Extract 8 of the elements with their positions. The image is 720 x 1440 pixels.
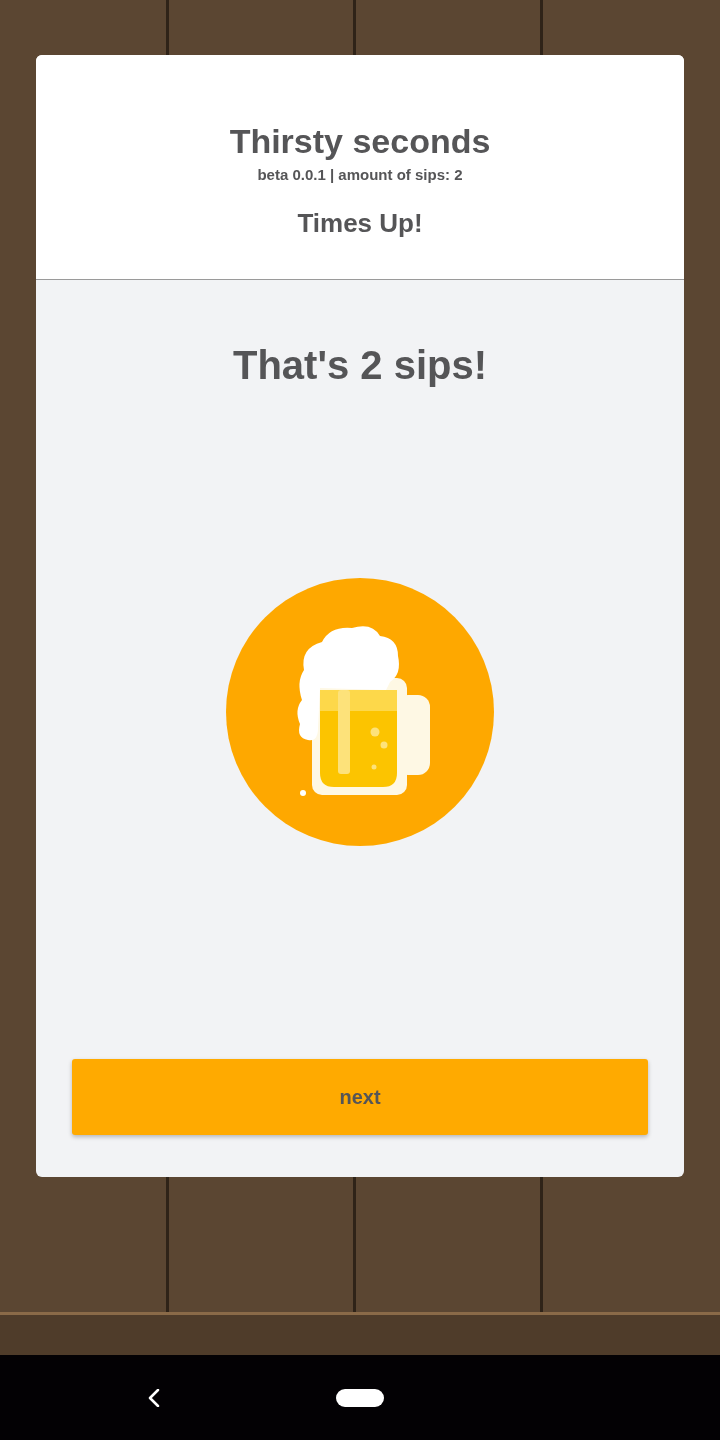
home-icon[interactable] bbox=[336, 1388, 384, 1407]
beer-mug-icon bbox=[226, 578, 494, 846]
back-icon[interactable] bbox=[148, 1388, 160, 1407]
version-info: beta 0.0.1 | amount of sips: 2 bbox=[257, 165, 463, 185]
result-message: That's 2 sips! bbox=[233, 342, 487, 389]
app-title: Thirsty seconds bbox=[229, 121, 491, 161]
status-heading: Times Up! bbox=[297, 207, 423, 239]
next-button[interactable]: next bbox=[72, 1059, 648, 1135]
